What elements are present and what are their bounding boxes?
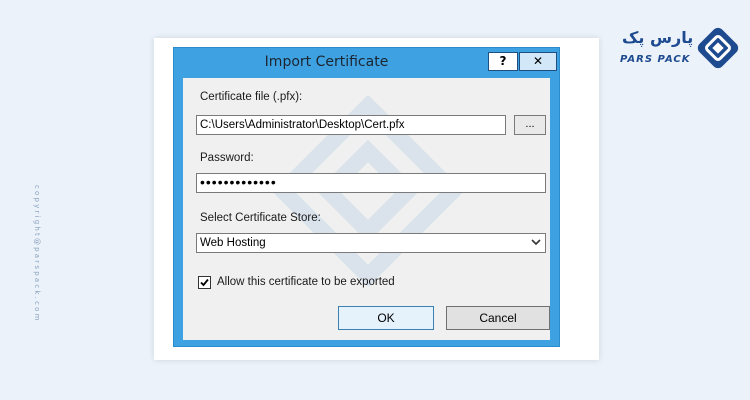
chevron-down-icon	[531, 239, 541, 246]
import-certificate-dialog: Import Certificate ? ✕ Certificate file …	[173, 47, 560, 347]
store-select-value: Web Hosting	[200, 237, 266, 249]
password-input[interactable]: •••••••••••••	[196, 173, 546, 193]
store-select[interactable]: Web Hosting	[196, 233, 546, 253]
diamond-logo-icon	[697, 27, 739, 69]
cancel-button[interactable]: Cancel	[446, 306, 550, 330]
allow-export-checkbox[interactable]	[198, 276, 211, 289]
cert-file-input[interactable]: C:\Users\Administrator\Desktop\Cert.pfx	[196, 115, 506, 135]
dialog-body: Certificate file (.pfx): C:\Users\Admini…	[183, 78, 550, 340]
brand-logo: پارس پک PARS PACK	[612, 24, 750, 74]
close-button[interactable]: ✕	[519, 52, 557, 71]
checkmark-icon	[200, 278, 209, 287]
allow-export-label: Allow this certificate to be exported	[217, 276, 395, 288]
browse-button[interactable]: ...	[514, 115, 546, 135]
ok-button[interactable]: OK	[338, 306, 434, 330]
brand-name-en: PARS PACK	[620, 54, 691, 65]
password-label: Password:	[200, 152, 254, 164]
help-button[interactable]: ?	[488, 52, 518, 71]
title-bar[interactable]: Import Certificate ? ✕	[174, 48, 559, 76]
store-label: Select Certificate Store:	[200, 212, 321, 224]
copyright-text: copyright@parspack.com	[33, 185, 41, 323]
dialog-title: Import Certificate	[264, 54, 389, 70]
brand-name-fa: پارس پک	[622, 28, 694, 47]
cert-file-label: Certificate file (.pfx):	[200, 91, 303, 103]
